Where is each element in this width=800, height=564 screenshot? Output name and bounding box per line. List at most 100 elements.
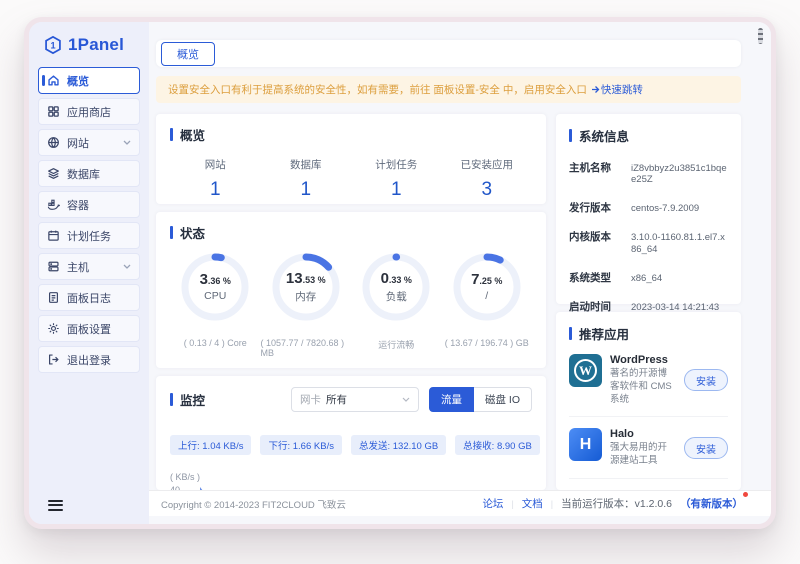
monitor-card-title: 监控 bbox=[170, 390, 205, 409]
install-wordpress-button[interactable]: 安装 bbox=[684, 369, 728, 391]
app-item-wordpress: W WordPress 著名的开源博客软件和 CMS 系统 安装 bbox=[569, 343, 728, 417]
server-icon bbox=[47, 260, 60, 273]
sidebar-item-cronjob[interactable]: 计划任务 bbox=[38, 222, 140, 249]
logout-icon bbox=[47, 353, 60, 366]
status-card: 状态 3.36 % CPU ( 0.13 / 4 ) Core bbox=[156, 212, 546, 368]
sysinfo-row-arch: 系统类型x86_64 bbox=[569, 270, 728, 285]
wordpress-icon: W bbox=[569, 354, 602, 387]
traffic-button[interactable]: 流量 bbox=[429, 387, 474, 412]
chevron-down-icon bbox=[123, 264, 131, 269]
svg-text:1: 1 bbox=[50, 41, 55, 51]
sidebar: 1 1Panel 概览 应用商店 网站 数据库 容器 计划任务 bbox=[29, 22, 149, 524]
gear-icon bbox=[47, 322, 60, 335]
install-halo-button[interactable]: 安装 bbox=[684, 437, 728, 459]
app-title: 1Panel bbox=[68, 35, 124, 55]
chevron-down-icon bbox=[402, 397, 410, 402]
stat-cronjobs: 计划任务 1 bbox=[351, 157, 442, 201]
globe-icon bbox=[47, 136, 60, 149]
gauge-memory: 13.53 % 内存 ( 1057.77 / 7820.68 ) MB bbox=[261, 250, 352, 358]
gauge-caption: ( 1057.77 / 7820.68 ) MB bbox=[261, 338, 352, 358]
scrollbar-thumb[interactable] bbox=[758, 28, 763, 44]
gauge-caption: ( 13.67 / 196.74 ) GB bbox=[445, 338, 529, 348]
chart-unit-label: ( KB/s ) bbox=[170, 472, 532, 482]
layers-icon bbox=[47, 167, 60, 180]
app-item-openresty: OpenResty 基于 NGINX 与 LuaJIT 的高性能 Web 平台 … bbox=[569, 479, 728, 490]
forum-link[interactable]: 论坛 bbox=[482, 496, 503, 511]
sidebar-item-label: 计划任务 bbox=[67, 228, 111, 244]
new-version-badge[interactable]: （有新版本） bbox=[680, 496, 743, 511]
sidebar-item-logout[interactable]: 退出登录 bbox=[38, 346, 140, 373]
stat-websites: 网站 1 bbox=[170, 157, 261, 201]
system-info-card: 系统信息 主机名称iZ8vbbyz2u3851c1bqee25Z 发行版本cen… bbox=[556, 114, 741, 304]
gauge-caption: ( 0.13 / 4 ) Core bbox=[184, 338, 247, 348]
gauge-load: 0.33 % 负载 运行流畅 bbox=[351, 250, 442, 358]
tab-bar: 概览 bbox=[156, 40, 741, 67]
system-info-title: 系统信息 bbox=[569, 126, 728, 145]
overview-stats: 网站 1 数据库 1 计划任务 1 已安装应用 3 bbox=[170, 157, 532, 201]
recommended-apps-title: 推荐应用 bbox=[569, 324, 728, 343]
recommended-apps-card: 推荐应用 W WordPress 著名的开源博客软件和 CMS 系统 安装 H … bbox=[556, 312, 741, 490]
sidebar-item-panel-settings[interactable]: 面板设置 bbox=[38, 315, 140, 342]
sidebar-item-appstore[interactable]: 应用商店 bbox=[38, 98, 140, 125]
gauge-root-disk: 7.25 % / ( 13.67 / 196.74 ) GB bbox=[442, 250, 533, 358]
footer: Copyright © 2014-2023 FIT2CLOUD 飞致云 论坛 |… bbox=[149, 490, 771, 516]
stat-value[interactable]: 1 bbox=[351, 179, 442, 201]
download-badge: 下行: 1.66 KB/s bbox=[260, 435, 341, 455]
monitor-card: 监控 网卡 所有 流量 磁盘 IO 上行: 1.04 KB/s 下行: 1.66… bbox=[156, 376, 546, 490]
sysinfo-row-release: 发行版本centos-7.9.2009 bbox=[569, 200, 728, 215]
network-card-select[interactable]: 网卡 所有 bbox=[291, 387, 419, 412]
sidebar-item-label: 应用商店 bbox=[67, 104, 111, 120]
sidebar-item-label: 主机 bbox=[67, 259, 89, 275]
grid-icon bbox=[47, 105, 60, 118]
sysinfo-row-kernel: 内核版本3.10.0-1160.81.1.el7.x86_64 bbox=[569, 229, 728, 255]
sidebar-item-container[interactable]: 容器 bbox=[38, 191, 140, 218]
stat-value[interactable]: 1 bbox=[261, 179, 352, 201]
sidebar-item-overview[interactable]: 概览 bbox=[38, 67, 140, 94]
halo-icon: H bbox=[569, 428, 602, 461]
tab-overview[interactable]: 概览 bbox=[161, 42, 215, 66]
collapse-sidebar-button[interactable] bbox=[48, 497, 63, 513]
quick-jump-link[interactable]: 快速跳转 bbox=[591, 82, 643, 97]
gauge-cpu: 3.36 % CPU ( 0.13 / 4 ) Core bbox=[170, 250, 261, 358]
app-window: 1 1Panel 概览 应用商店 网站 数据库 容器 计划任务 bbox=[24, 17, 776, 529]
app-desc: 强大易用的开源建站工具 bbox=[610, 442, 676, 468]
sidebar-item-panel-logs[interactable]: 面板日志 bbox=[38, 284, 140, 311]
home-icon bbox=[47, 74, 60, 87]
sidebar-item-label: 网站 bbox=[67, 135, 89, 151]
main-content: 概览 设置安全入口有利于提高系统的安全性，如有需要，前往 面板设置-安全 中，启… bbox=[149, 22, 771, 524]
chevron-down-icon bbox=[123, 140, 131, 145]
container-icon bbox=[47, 198, 60, 211]
notification-dot bbox=[743, 492, 748, 497]
stat-databases: 数据库 1 bbox=[261, 157, 352, 201]
stat-value[interactable]: 3 bbox=[442, 179, 533, 201]
overview-card-title: 概览 bbox=[170, 125, 532, 144]
status-card-title: 状态 bbox=[170, 223, 532, 242]
app-desc: 著名的开源博客软件和 CMS 系统 bbox=[610, 368, 676, 406]
banner-text: 设置安全入口有利于提高系统的安全性，如有需要，前往 面板设置-安全 中，启用安全… bbox=[168, 82, 587, 97]
sidebar-item-label: 面板日志 bbox=[67, 290, 111, 306]
upload-badge: 上行: 1.04 KB/s bbox=[170, 435, 251, 455]
sidebar-item-label: 数据库 bbox=[67, 166, 100, 182]
sidebar-item-host[interactable]: 主机 bbox=[38, 253, 140, 280]
sidebar-item-label: 概览 bbox=[67, 73, 89, 89]
disk-io-button[interactable]: 磁盘 IO bbox=[474, 387, 532, 412]
calendar-icon bbox=[47, 229, 60, 242]
copyright-text: Copyright © 2014-2023 FIT2CLOUD 飞致云 bbox=[161, 497, 346, 511]
security-warning-banner: 设置安全入口有利于提高系统的安全性，如有需要，前往 面板设置-安全 中，启用安全… bbox=[156, 76, 741, 103]
sidebar-item-label: 面板设置 bbox=[67, 321, 111, 337]
app-name: Halo bbox=[610, 428, 676, 440]
logo: 1 1Panel bbox=[38, 35, 140, 55]
document-icon bbox=[47, 291, 60, 304]
total-received-badge: 总接收: 8.90 GB bbox=[455, 435, 540, 455]
gauge-caption: 运行流畅 bbox=[378, 338, 414, 351]
sidebar-item-website[interactable]: 网站 bbox=[38, 129, 140, 156]
sidebar-item-database[interactable]: 数据库 bbox=[38, 160, 140, 187]
docs-link[interactable]: 文档 bbox=[522, 496, 543, 511]
version-text: 当前运行版本：v1.2.0.6 bbox=[561, 496, 672, 511]
sidebar-item-label: 容器 bbox=[67, 197, 89, 213]
status-gauges: 3.36 % CPU ( 0.13 / 4 ) Core 13.53 % bbox=[170, 250, 532, 358]
sysinfo-row-hostname: 主机名称iZ8vbbyz2u3851c1bqee25Z bbox=[569, 160, 728, 186]
total-sent-badge: 总发送: 132.10 GB bbox=[351, 435, 446, 455]
arrow-right-icon bbox=[591, 85, 600, 94]
stat-value[interactable]: 1 bbox=[170, 179, 261, 201]
